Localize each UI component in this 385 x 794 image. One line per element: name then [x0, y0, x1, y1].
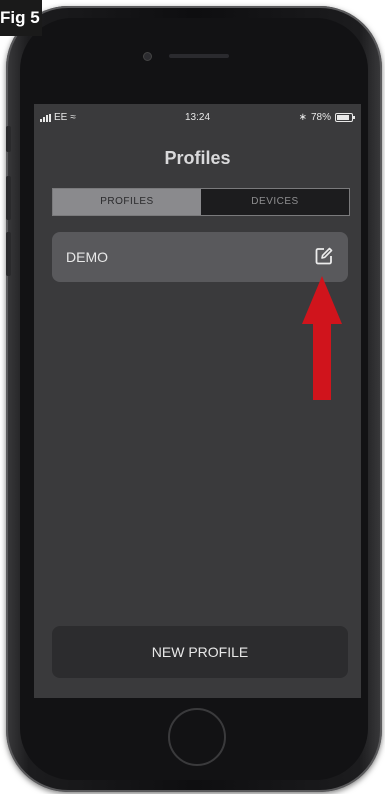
volume-up-button [6, 176, 11, 220]
status-bar: EE ≈ 13:24 ∗ 78% [34, 104, 361, 130]
edit-icon[interactable] [314, 246, 334, 266]
mute-switch [6, 126, 11, 152]
profile-row[interactable]: DEMO [52, 232, 348, 282]
app-screen: EE ≈ 13:24 ∗ 78% Profiles PROFILES DEVIC… [34, 104, 361, 698]
tab-devices[interactable]: DEVICES [201, 189, 349, 215]
page-title: Profiles [164, 148, 231, 168]
profiles-devices-toggle: PROFILES DEVICES [52, 188, 350, 216]
bluetooth-icon: ∗ [298, 112, 307, 123]
volume-down-button [6, 232, 11, 276]
battery-icon [335, 113, 355, 122]
status-right: ∗ 78% [298, 112, 355, 123]
new-profile-button[interactable]: NEW PROFILE [52, 626, 348, 678]
red-arrow-up-icon [302, 276, 342, 400]
profile-name: DEMO [66, 249, 108, 265]
battery-percent: 78% [310, 112, 331, 123]
figure-label: Fig 5 [0, 0, 42, 36]
tab-profiles[interactable]: PROFILES [53, 189, 201, 215]
home-button[interactable] [168, 708, 226, 766]
earpiece-speaker [169, 54, 229, 58]
front-camera [143, 52, 152, 61]
